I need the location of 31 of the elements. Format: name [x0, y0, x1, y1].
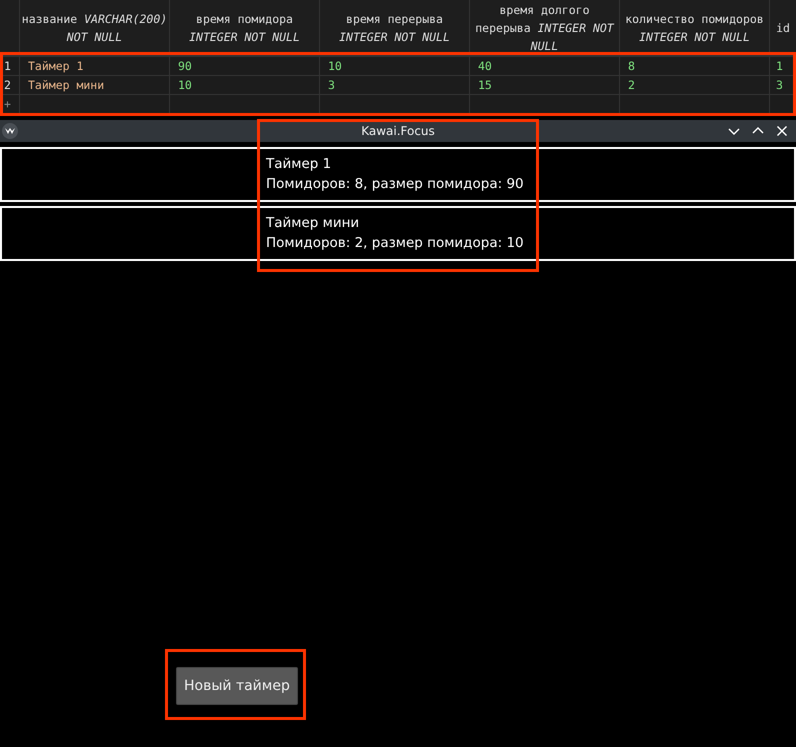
table-cell: 2: [628, 78, 635, 92]
table-cell: 10: [328, 59, 342, 73]
column-header: id: [776, 20, 790, 36]
timer-card[interactable]: Таймер мини Помидоров: 2, размер помидора: 10: [0, 206, 796, 261]
timer-name: Таймер 1: [266, 155, 332, 174]
table-cell: 3: [776, 78, 783, 92]
column-header: название VARCHAR(200) NOT NULL: [21, 10, 168, 46]
column-header: время перерыва INTEGER NOT NULL: [338, 10, 451, 46]
row-number: 2: [4, 78, 11, 92]
table-cell: 3: [328, 78, 335, 92]
table-cell: 10: [178, 78, 192, 92]
timer-name: Таймер мини: [266, 214, 360, 233]
column-header: время долгого перерыва INTEGER NOT NULL: [474, 2, 616, 54]
column-header: количество помидоров INTEGER NOT NULL: [624, 10, 765, 46]
close-icon[interactable]: [776, 125, 788, 137]
row-number: 1: [4, 59, 11, 73]
column-header: время помидора INTEGER NOT NULL: [188, 10, 301, 46]
table-cell: 1: [776, 59, 783, 73]
table-cell: 40: [478, 59, 492, 73]
table-cell: 8: [628, 59, 635, 73]
timer-card[interactable]: Таймер 1 Помидоров: 8, размер помидора: 90: [0, 147, 796, 202]
table-cell: Таймер мини: [28, 78, 104, 92]
timer-details: Помидоров: 8, размер помидора: 90: [266, 175, 525, 194]
table-cell: 15: [478, 78, 492, 92]
timer-details: Помидоров: 2, размер помидора: 10: [266, 234, 525, 253]
table-cell: Таймер 1: [28, 59, 84, 73]
window-title: Kawai.Focus: [361, 124, 435, 138]
add-row-button[interactable]: +: [4, 97, 11, 111]
new-timer-button[interactable]: Новый таймер: [176, 667, 298, 705]
table-cell: 90: [178, 59, 192, 73]
app-logo-icon: [2, 123, 18, 139]
